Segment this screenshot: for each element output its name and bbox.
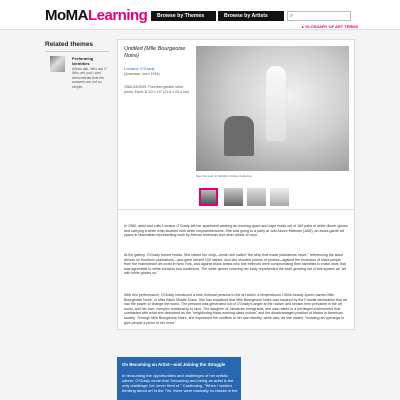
search-icon: ⌕ (290, 13, 294, 19)
logo-accent-text: Learning (88, 7, 148, 24)
essay-paragraph: With this performance, O'Grady introduce… (124, 293, 348, 325)
browse-artists-button[interactable]: Browse by Artists (218, 11, 284, 21)
artist-link[interactable]: Lorraine O'Grady (124, 66, 155, 71)
essay-paragraph: In 1980, artist and critic Lorraine O'Gr… (124, 224, 348, 238)
thumbnail-3[interactable] (247, 188, 266, 206)
thumbnail-1[interactable] (199, 188, 218, 206)
glossary-link[interactable]: ▸ GLOSSARY OF ART TERMS (302, 24, 358, 29)
related-theme-link[interactable]: Performing Identities (72, 56, 108, 66)
thumbnail-4[interactable] (270, 188, 289, 206)
related-theme-thumbnail[interactable] (50, 56, 65, 72)
image-figure (266, 66, 286, 141)
search-input[interactable]: ⌕ (287, 11, 351, 21)
artwork-image[interactable] (196, 46, 349, 171)
related-themes-heading: Related themes (45, 41, 94, 48)
related-theme-description: Artists ask, Who am I? Who are you? and … (72, 67, 108, 89)
logo-main-text: MoMA (45, 7, 89, 24)
browse-themes-button[interactable]: Browse by Themes (151, 11, 216, 21)
image-figure-secondary (224, 116, 254, 156)
artist-nationality: (American, born 1934) (124, 72, 160, 76)
momalearning-logo[interactable]: MoMALearning (45, 7, 148, 24)
essay-paragraph: At the gallery, O'Grady turned heads. Sh… (124, 253, 347, 276)
artwork-title: Untitled (Mlle Bourgeoise Noire) (124, 46, 186, 59)
divider (45, 51, 109, 52)
thumbnail-2[interactable] (224, 188, 243, 206)
site-header: MoMALearning Browse by Themes Browse by … (0, 0, 400, 30)
feature-text: In recounting the opportunities and chal… (122, 373, 238, 393)
collection-link[interactable]: See this work in MoMA's Online Collectio… (196, 174, 252, 178)
feature-title: On Becoming an Artist—and Joining the St… (122, 362, 226, 367)
artwork-details: 1980-83/2009. Fourteen gelatin silver pr… (124, 85, 189, 94)
